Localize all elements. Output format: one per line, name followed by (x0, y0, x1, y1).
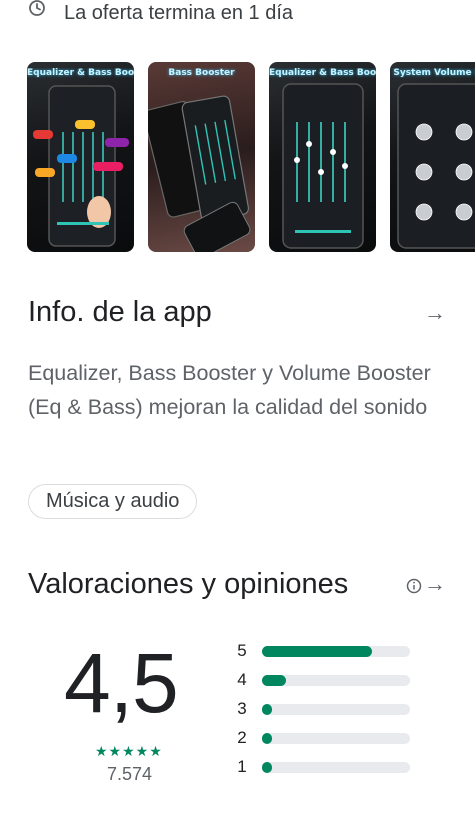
rating-bar-track (262, 675, 410, 686)
rating-row-label: 3 (237, 699, 247, 718)
screenshot-art (33, 85, 129, 247)
rating-row-2: 2 (236, 727, 410, 749)
rating-bar-track (262, 762, 410, 773)
app-info-arrow-icon[interactable]: → (424, 300, 446, 326)
rating-row-label: 4 (237, 670, 247, 689)
rating-bar-track (262, 733, 410, 744)
rating-row-label: 2 (237, 728, 247, 747)
rating-bar-fill (262, 675, 286, 686)
rating-row-label: 5 (237, 641, 247, 660)
screenshot-art (282, 83, 364, 249)
screenshot-art (148, 95, 251, 252)
clock-icon (29, 0, 45, 16)
rating-bar-fill (262, 762, 273, 773)
screenshot-3[interactable]: Equalizer & Bass Booster (269, 62, 376, 252)
screenshot-carousel[interactable]: Equalizer & Bass Booster Bass Booster (27, 62, 475, 253)
app-info-title[interactable]: Info. de la app (28, 296, 212, 329)
category-chip[interactable]: Música y audio (28, 484, 198, 519)
screenshot-4[interactable]: System Volume boo (390, 62, 475, 252)
rating-bar-track (262, 646, 410, 657)
rating-row-5: 5 (236, 640, 410, 662)
offer-text: La oferta termina en 1 día (64, 1, 294, 24)
average-rating: 4,5 (64, 636, 179, 730)
ratings-arrow-icon[interactable]: → (424, 571, 446, 597)
ratings-title[interactable]: Valoraciones y opiniones (28, 568, 348, 601)
app-description: Equalizer, Bass Booster y Volume Booster… (28, 361, 431, 419)
rating-bar-track (262, 704, 410, 715)
screenshot-art (397, 83, 475, 249)
info-icon[interactable] (406, 578, 422, 594)
rating-row-label: 1 (237, 757, 247, 776)
ratings-actions[interactable]: → (406, 571, 446, 597)
rating-bar-fill (262, 704, 273, 715)
screenshot-1[interactable]: Equalizer & Bass Booster (27, 62, 134, 252)
rating-bar-fill (262, 733, 273, 744)
rating-bar-fill (262, 646, 372, 657)
rating-row-1: 1 (236, 756, 410, 778)
rating-row-3: 3 (236, 698, 410, 720)
screenshot-2[interactable]: Bass Booster (148, 62, 255, 252)
offer-banner: La oferta termina en 1 día (28, 0, 293, 30)
rating-row-4: 4 (236, 669, 410, 691)
rating-stars: ★★★★★ (95, 743, 163, 759)
rating-count: 7.574 (107, 764, 153, 784)
